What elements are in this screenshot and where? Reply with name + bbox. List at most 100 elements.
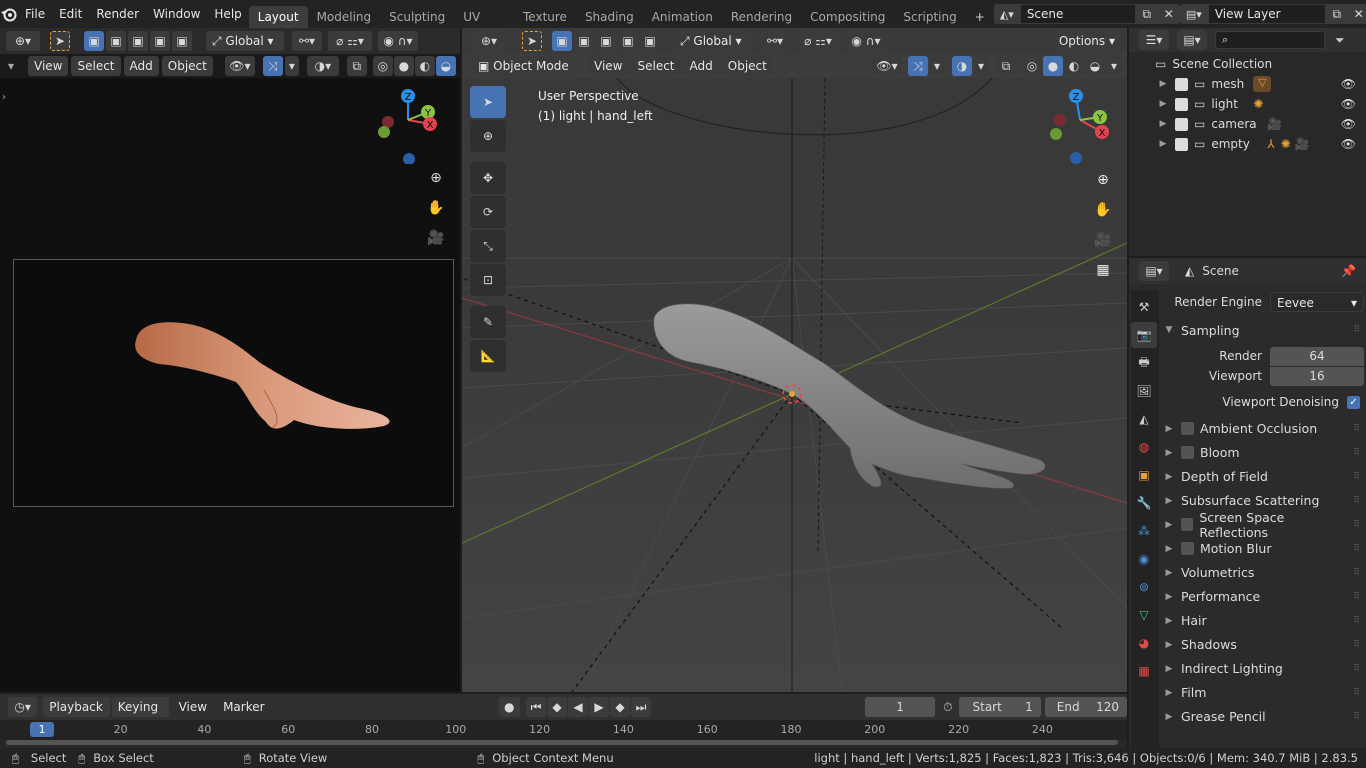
- menu-file[interactable]: File: [18, 0, 52, 28]
- panel-header[interactable]: ▶ Depth of Field ⠿: [1161, 464, 1364, 488]
- main-navigation-gizmo[interactable]: Z Y X: [1044, 84, 1124, 164]
- drag-handle-icon[interactable]: ⠿: [1353, 688, 1360, 698]
- jump-end-icon[interactable]: ⏭: [630, 697, 651, 717]
- viewport-denoising-row[interactable]: Viewport Denoising ✓: [1161, 390, 1364, 414]
- camera-viewport[interactable]: ⊕▾ ➤ ▣ ▣ ▣ ▣ ▣ ⤢ Global ▾ ⚯▾ ⌀ ⚏▾ ◉ ∩▾ ▾…: [0, 28, 460, 692]
- camera-menu-select[interactable]: Select: [71, 56, 121, 76]
- copy-scene-icon[interactable]: ⧉: [1135, 4, 1158, 24]
- empty-object-icon[interactable]: ⅄: [1267, 137, 1274, 151]
- frame-ruler[interactable]: 20 40 60 80 100 120 140 160 180 200 220 240 1: [0, 720, 1127, 740]
- panel-header[interactable]: ▶ Motion Blur ⠿: [1161, 536, 1364, 560]
- view-layer-selector[interactable]: ▤▾ View Layer ⧉ ✕: [1179, 4, 1366, 24]
- collection-checkbox[interactable]: [1175, 77, 1188, 91]
- menu-help[interactable]: Help: [207, 0, 248, 28]
- panel-enable-checkbox[interactable]: [1181, 542, 1194, 555]
- measure-tool-icon[interactable]: 📐: [470, 340, 506, 372]
- tab-compositing[interactable]: Compositing: [801, 6, 894, 28]
- camera-menu-object[interactable]: Object: [161, 56, 213, 76]
- scene-tab-icon[interactable]: ◭: [1131, 406, 1157, 432]
- tab-scripting[interactable]: Scripting: [894, 6, 965, 28]
- drag-handle-icon[interactable]: ⠿: [1353, 496, 1360, 506]
- tab-animation[interactable]: Animation: [643, 6, 722, 28]
- viewport-samples-field[interactable]: 16: [1270, 366, 1364, 386]
- sampling-panel-header[interactable]: ▼ Sampling ⠿: [1161, 318, 1364, 342]
- scene-collection-row[interactable]: ▭ Scene Collection: [1129, 54, 1366, 74]
- modifier-tab-icon[interactable]: 🔧: [1131, 490, 1157, 516]
- blender-logo-icon[interactable]: [0, 0, 18, 28]
- camera-menu-view[interactable]: View: [28, 56, 69, 76]
- remove-view-layer-icon[interactable]: ✕: [1347, 4, 1366, 24]
- move-tool-icon[interactable]: ✥: [470, 162, 506, 194]
- panel-header[interactable]: ▶ Grease Pencil ⠿: [1161, 704, 1364, 728]
- rotate-tool-icon[interactable]: ⟳: [470, 196, 506, 228]
- drag-handle-icon[interactable]: ⠿: [1353, 664, 1360, 674]
- timeline-marker-menu[interactable]: Marker: [217, 697, 270, 717]
- collection-checkbox[interactable]: [1175, 137, 1188, 151]
- collection-checkbox[interactable]: [1175, 97, 1188, 111]
- menu-edit[interactable]: Edit: [52, 0, 89, 28]
- collection-checkbox[interactable]: [1175, 117, 1188, 131]
- tab-modeling[interactable]: Modeling: [308, 6, 381, 28]
- drag-handle-icon[interactable]: ⠿: [1353, 640, 1360, 650]
- tab-texture-paint[interactable]: Texture Paint: [514, 6, 576, 46]
- outliner-search-input[interactable]: ⌕: [1215, 31, 1325, 49]
- outliner-row-empty[interactable]: ▶ ▭ empty ⅄ ✺ 🎥 👁: [1129, 134, 1366, 154]
- playback-menu[interactable]: Playback ▾: [43, 697, 110, 734]
- panel-header[interactable]: ▶ Bloom ⠿: [1161, 440, 1364, 464]
- jump-start-icon[interactable]: ⏮: [525, 697, 546, 717]
- gizmo-toggle-icon[interactable]: ⤨: [262, 56, 283, 76]
- select-intersect-icon[interactable]: ▣: [172, 31, 192, 51]
- drag-handle-icon[interactable]: ⠿: [1353, 520, 1360, 530]
- proportional-icon[interactable]: ◉ ∩▾: [378, 31, 418, 51]
- drag-handle-icon[interactable]: ⠿: [1353, 424, 1360, 434]
- properties-editor-type-icon[interactable]: ▤▾: [1139, 261, 1169, 281]
- panel-enable-checkbox[interactable]: [1181, 422, 1194, 435]
- camera-view-icon[interactable]: 🎥: [425, 230, 447, 252]
- drag-handle-icon[interactable]: ⠿: [1353, 448, 1360, 458]
- editor-type-icon[interactable]: ⊕▾: [6, 31, 40, 51]
- drag-handle-icon[interactable]: ⠿: [1353, 616, 1360, 626]
- panel-header[interactable]: ▶ Subsurface Scattering ⠿: [1161, 488, 1364, 512]
- camera-menu-add[interactable]: Add: [123, 56, 159, 76]
- stopwatch-icon[interactable]: ⏱: [943, 700, 952, 715]
- expand-arrow-icon[interactable]: ▶: [1155, 119, 1171, 129]
- panel-header[interactable]: ▶ Hair ⠿: [1161, 608, 1364, 632]
- prev-keyframe-icon[interactable]: ◆: [546, 697, 567, 717]
- pivot-icon[interactable]: ⚯▾: [292, 31, 322, 51]
- eye-icon[interactable]: 👁: [1341, 137, 1356, 151]
- shading-mode-group[interactable]: ◎ ● ◐ ◒: [372, 56, 456, 76]
- output-tab-icon[interactable]: 🖶: [1131, 350, 1157, 376]
- tab-rendering[interactable]: Rendering: [722, 6, 801, 28]
- drag-handle-icon[interactable]: ⠿: [1353, 712, 1360, 722]
- outliner-filter-icon[interactable]: ⏷: [1335, 33, 1345, 48]
- gizmo-dropdown-icon[interactable]: ▾: [284, 56, 299, 76]
- playhead[interactable]: 1: [30, 722, 54, 737]
- annotate-tool-icon[interactable]: ✎: [470, 306, 506, 338]
- end-frame-field[interactable]: End 120: [1044, 697, 1127, 717]
- select-subtract-icon[interactable]: ▣: [128, 31, 148, 51]
- tab-layout[interactable]: Layout: [248, 5, 308, 28]
- texture-tab-icon[interactable]: ▦: [1131, 658, 1157, 684]
- render-samples-field[interactable]: 64: [1270, 346, 1364, 366]
- panel-header[interactable]: ▶ Volumetrics ⠿: [1161, 560, 1364, 584]
- tab-shading[interactable]: Shading: [576, 6, 643, 28]
- drag-handle-icon[interactable]: ⠿: [1353, 325, 1360, 335]
- rendered-shading-icon[interactable]: ◒: [435, 56, 456, 76]
- panel-header[interactable]: ▶ Film ⠿: [1161, 680, 1364, 704]
- record-button-icon[interactable]: ●: [498, 697, 520, 717]
- menu-window[interactable]: Window: [146, 0, 207, 28]
- data-tab-icon[interactable]: ▽: [1131, 602, 1157, 628]
- panel-header[interactable]: ▶ Performance ⠿: [1161, 584, 1364, 608]
- outliner-row-camera[interactable]: ▶ ▭ camera 🎥 👁: [1129, 114, 1366, 134]
- drag-handle-icon[interactable]: ⠿: [1353, 592, 1360, 602]
- mesh-data-icon[interactable]: ▽: [1253, 76, 1272, 92]
- panel-header[interactable]: ▶ Indirect Lighting ⠿: [1161, 656, 1364, 680]
- eye-icon[interactable]: 👁: [1341, 117, 1356, 131]
- remove-scene-icon[interactable]: ✕: [1157, 4, 1180, 24]
- pin-icon[interactable]: 📌: [1341, 264, 1356, 278]
- select-box-tool-icon[interactable]: ➤: [470, 86, 506, 118]
- select-new-icon[interactable]: ▣: [84, 31, 104, 51]
- panel-header[interactable]: ▶ Ambient Occlusion ⠿: [1161, 416, 1364, 440]
- main-perspective-grid-icon[interactable]: ▦: [1092, 262, 1114, 284]
- keying-menu[interactable]: Keying ▾: [111, 697, 169, 734]
